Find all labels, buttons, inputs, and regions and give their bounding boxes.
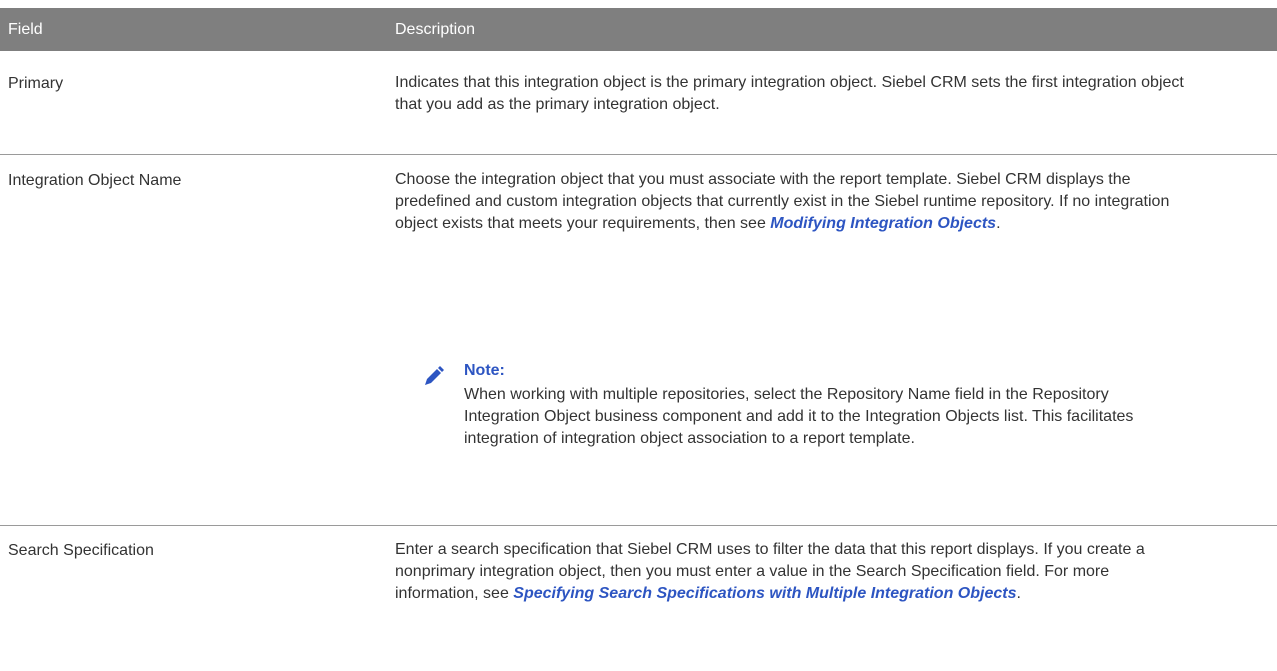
description-period: . bbox=[996, 215, 1001, 232]
note-body: When working with multiple repositories,… bbox=[464, 386, 1134, 447]
row-divider bbox=[0, 525, 1277, 526]
field-name: Search Specification bbox=[8, 542, 154, 559]
pencil-icon bbox=[425, 366, 444, 385]
note-title: Note: bbox=[464, 362, 505, 379]
field-description: Choose the integration object that you m… bbox=[395, 169, 1195, 235]
modifying-integration-objects-link[interactable]: Modifying Integration Objects bbox=[770, 215, 996, 232]
specifying-search-specifications-link[interactable]: Specifying Search Specifications with Mu… bbox=[513, 585, 1016, 602]
header-description: Description bbox=[395, 21, 476, 38]
field-description: Indicates that this integration object i… bbox=[395, 74, 1184, 113]
field-name: Primary bbox=[8, 75, 64, 92]
field-description: Enter a search specification that Siebel… bbox=[395, 539, 1195, 605]
description-period: . bbox=[1016, 585, 1021, 602]
field-name: Integration Object Name bbox=[8, 172, 182, 189]
table-header: Field Description bbox=[0, 8, 1277, 51]
header-field: Field bbox=[8, 21, 43, 38]
row-divider bbox=[0, 154, 1277, 155]
